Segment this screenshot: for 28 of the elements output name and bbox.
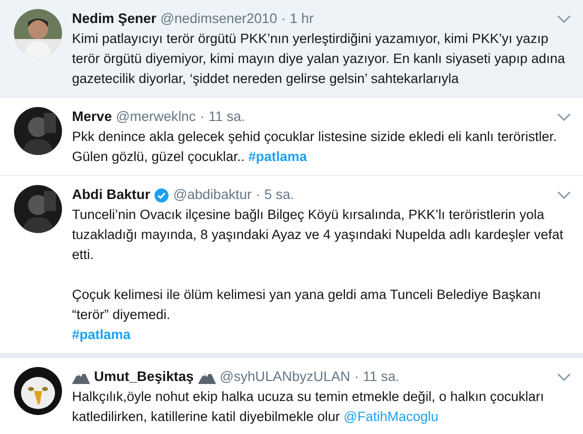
separator-dot: · <box>200 108 204 126</box>
separator-dot: · <box>256 186 260 204</box>
mention-link[interactable]: @FatihMacoglu <box>344 409 438 424</box>
hashtag-link[interactable]: #patlama <box>248 149 307 164</box>
author-name[interactable]: Merve <box>72 107 112 127</box>
tweet-text: Halkçılık,öyle nohut ekip halka ucuza su temin etmekle değil, o halkın çocukları katledilirken, katillerine katil diyebilmekle olur @FatihMacoglu <box>72 388 545 426</box>
tweet-text: Kimi patlayıcıyı terör örgütü PKK’nın yerleştirdiğini yazamıyor, kimi PKK’yı yazıp terör örgütü diyemiyor, kimi mayın diye yalan yazıyor. En kanlı siyaseti yapıp adına gazetecilik diyorlar, ‘şiddet nereden gelirse gelsin’ sahtekarlarıyla <box>72 30 566 88</box>
separator-dot: · <box>281 10 286 28</box>
tweet-time[interactable]: 5 sa. <box>264 185 294 205</box>
chevron-down-icon[interactable] <box>557 112 571 122</box>
chevron-down-icon[interactable] <box>557 14 571 24</box>
author-handle[interactable]: @syhULANbyzULAN <box>220 367 350 387</box>
author-name[interactable]: Umut_Beşiktaş <box>94 367 194 387</box>
tweet-text: Pkk denince akla gelecek şehid çocuklar listesine sizide ekledi eli kanlı teröristler. Gülen gözlü, güzel çocuklar.. #patlama <box>72 128 558 166</box>
tweet-time[interactable]: 11 sa. <box>362 367 400 387</box>
author-name[interactable]: Nedim Şener <box>72 9 156 29</box>
tweet-time[interactable]: 11 sa. <box>208 107 246 127</box>
chevron-down-icon[interactable] <box>557 372 571 382</box>
tweet-time[interactable]: 1 hr <box>290 9 314 29</box>
author-name[interactable]: Abdi Baktur <box>72 185 150 205</box>
hashtag-link[interactable]: #patlama <box>72 327 131 342</box>
tweet-text: Tunceli’nin Ovacık ilçesine bağlı Bilgeç Köyü kırsalında, PKK’lı teröristlerin yola tuzakladığı mayında, 8 yaşındaki Ayaz ve 4 yaşındaki Nupelda adlı kardeşler vefat etti. <box>72 206 564 264</box>
author-handle[interactable]: @abdibaktur <box>173 185 252 205</box>
author-handle[interactable]: @nedimsener2010 <box>160 9 278 29</box>
chevron-down-icon[interactable] <box>557 190 571 200</box>
author-handle[interactable]: @merweklnc <box>116 107 196 127</box>
separator-dot: · <box>354 368 359 386</box>
tweet-text: Çoçuk kelimesi ile ölüm kelimesi yan yana geldi ama Tunceli Belediye Başkanı “terör” diyemedi. <box>72 286 542 324</box>
